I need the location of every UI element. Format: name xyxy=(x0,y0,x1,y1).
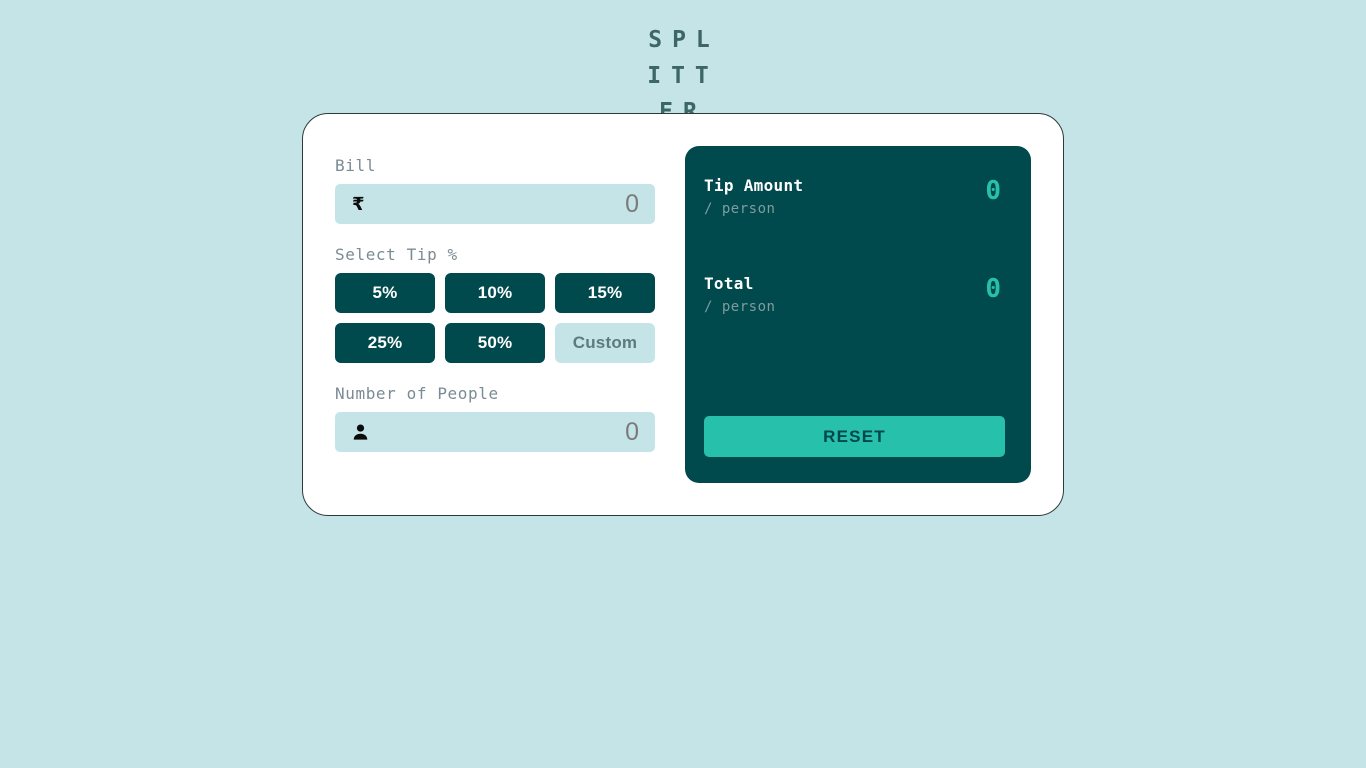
tip-button-10[interactable]: 10% xyxy=(445,273,545,313)
total-labels: Total / person xyxy=(704,274,775,317)
tip-options: 5% 10% 15% 25% 50% Custom xyxy=(335,273,655,363)
total-row: Total / person 0 xyxy=(704,274,1005,317)
total-value: 0 xyxy=(985,274,1001,304)
svg-text:₹: ₹ xyxy=(352,194,365,214)
tip-amount-value: 0 xyxy=(985,176,1001,206)
people-value: 0 xyxy=(625,417,639,446)
app-logo: SPLITTER xyxy=(0,0,1366,130)
splitter-card: Bill ₹ 0 Select Tip % 5% 10% 15% 25% 50%… xyxy=(302,113,1064,516)
bill-value: 0 xyxy=(625,189,639,218)
rupee-icon: ₹ xyxy=(352,194,369,214)
total-title: Total xyxy=(704,274,754,293)
tip-amount-title: Tip Amount xyxy=(704,176,804,195)
tip-button-5[interactable]: 5% xyxy=(335,273,435,313)
reset-button[interactable]: RESET xyxy=(704,416,1005,457)
input-column: Bill ₹ 0 Select Tip % 5% 10% 15% 25% 50%… xyxy=(335,146,655,483)
tip-button-15[interactable]: 15% xyxy=(555,273,655,313)
people-input[interactable]: 0 xyxy=(335,412,655,452)
bill-input[interactable]: ₹ 0 xyxy=(335,184,655,224)
tip-amount-row: Tip Amount / person 0 xyxy=(704,176,1005,219)
tip-amount-labels: Tip Amount / person xyxy=(704,176,803,219)
people-label: Number of People xyxy=(335,384,499,403)
tip-custom-input[interactable]: Custom xyxy=(555,323,655,363)
tip-label: Select Tip % xyxy=(335,245,458,264)
tip-amount-subtitle: / person xyxy=(704,201,776,217)
person-icon xyxy=(352,424,369,441)
total-subtitle: / person xyxy=(704,299,776,315)
bill-label: Bill xyxy=(335,156,376,175)
tip-button-50[interactable]: 50% xyxy=(445,323,545,363)
tip-button-25[interactable]: 25% xyxy=(335,323,435,363)
results-panel: Tip Amount / person 0 Total / person 0 R… xyxy=(685,146,1031,483)
